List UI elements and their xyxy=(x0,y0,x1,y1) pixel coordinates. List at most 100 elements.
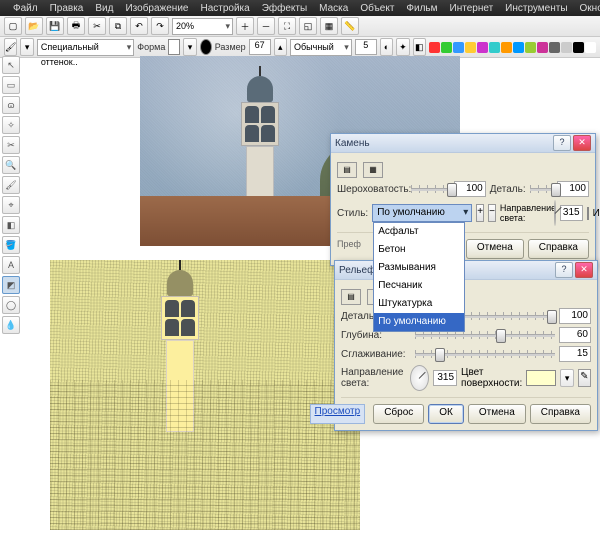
tool-text-icon[interactable]: A xyxy=(2,256,20,274)
light-dial[interactable] xyxy=(410,365,429,391)
close-icon[interactable]: ✕ xyxy=(575,262,593,278)
help-button[interactable]: Справка xyxy=(528,239,589,259)
depth-value[interactable]: 60 xyxy=(559,327,591,343)
smooth-slider[interactable] xyxy=(415,346,555,362)
preview-button[interactable]: Просмотр xyxy=(310,404,366,424)
print-icon[interactable]: 🖶 xyxy=(67,17,85,35)
tool-effect-icon[interactable]: ◩ xyxy=(2,276,20,294)
grid-icon[interactable]: ▦ xyxy=(320,17,338,35)
light-value[interactable]: 315 xyxy=(433,370,457,386)
tab-presets-icon[interactable]: ▤ xyxy=(337,162,357,178)
brush-icon[interactable]: 🖌 xyxy=(4,38,17,56)
zoom-out-icon[interactable]: － xyxy=(257,17,275,35)
shape-circle-icon[interactable] xyxy=(200,39,212,55)
tool-eyedrop-icon[interactable]: 💧 xyxy=(2,316,20,334)
zoom-select[interactable]: 20% xyxy=(172,18,233,35)
swatch-icon[interactable] xyxy=(465,42,476,53)
invert-checkbox[interactable] xyxy=(587,207,589,220)
add-preset-icon[interactable]: + xyxy=(476,204,484,222)
style-option[interactable]: Размывания xyxy=(374,259,464,277)
roughness-value[interactable]: 100 xyxy=(454,181,486,197)
cancel-button[interactable]: Отмена xyxy=(466,239,524,259)
tool-clone-icon[interactable]: ⌖ xyxy=(2,196,20,214)
menu-adjust[interactable]: Настройка xyxy=(195,2,254,15)
ruler-icon[interactable]: 📏 xyxy=(341,17,359,35)
menu-view[interactable]: Вид xyxy=(90,2,118,15)
swatch-icon[interactable] xyxy=(501,42,512,53)
surface-picker-icon[interactable]: ▾ xyxy=(560,369,573,387)
help-button[interactable]: Справка xyxy=(530,404,591,424)
tool-fill-icon[interactable]: 🪣 xyxy=(2,236,20,254)
zoom-in-icon[interactable]: ＋ xyxy=(236,17,254,35)
menu-image[interactable]: Изображение xyxy=(120,2,193,15)
dropdown-icon[interactable]: ▾ xyxy=(20,38,33,56)
swatch-icon[interactable] xyxy=(453,42,464,53)
actual-icon[interactable]: ◱ xyxy=(299,17,317,35)
swatch-icon[interactable] xyxy=(513,42,524,53)
roughness-slider[interactable] xyxy=(411,181,450,197)
menu-edit[interactable]: Правка xyxy=(45,2,89,15)
smooth-value[interactable]: 15 xyxy=(559,346,591,362)
reset-button[interactable]: Сброс xyxy=(373,404,424,424)
size-stepper-icon[interactable]: ▴ xyxy=(274,38,287,56)
style-option[interactable]: Песчаник xyxy=(374,277,464,295)
fit-icon[interactable]: ⛶ xyxy=(278,17,296,35)
eyedropper-icon[interactable]: ✎ xyxy=(578,369,591,387)
light-dial[interactable] xyxy=(554,200,556,226)
cut-icon[interactable]: ✂ xyxy=(88,17,106,35)
tool-shape-icon[interactable]: ◯ xyxy=(2,296,20,314)
tab-presets-icon[interactable]: ▤ xyxy=(341,289,361,305)
shape-square-icon[interactable] xyxy=(168,39,180,55)
size-input[interactable]: 67 xyxy=(249,39,271,55)
swatch-icon[interactable] xyxy=(549,42,560,53)
ok-button[interactable]: ОК xyxy=(428,404,464,424)
menu-window[interactable]: Окно xyxy=(575,2,600,15)
tab-preview-icon[interactable]: ▦ xyxy=(363,162,383,178)
menu-effects[interactable]: Эффекты xyxy=(257,2,312,15)
tool-zoom-icon[interactable]: 🔍 xyxy=(2,156,20,174)
surface-color[interactable] xyxy=(526,370,556,386)
help-icon[interactable]: ? xyxy=(555,262,573,278)
style-option[interactable]: Асфальт xyxy=(374,223,464,241)
tool-pick-icon[interactable]: ↖ xyxy=(2,56,20,74)
brush-preset[interactable]: Специальный оттенок.. xyxy=(37,39,134,56)
menu-movie[interactable]: Фильм xyxy=(401,2,442,15)
menu-file[interactable]: Файл xyxy=(8,2,43,15)
light-value[interactable]: 315 xyxy=(560,205,583,221)
open-icon[interactable]: 📂 xyxy=(25,17,43,35)
detail-value[interactable]: 100 xyxy=(559,308,591,324)
swatch-icon[interactable] xyxy=(525,42,536,53)
opt2-icon[interactable]: ✦ xyxy=(396,38,409,56)
tool-crop-icon[interactable]: ✂ xyxy=(2,136,20,154)
redo-icon[interactable]: ↷ xyxy=(151,17,169,35)
close-icon[interactable]: ✕ xyxy=(573,135,591,151)
detail-slider[interactable] xyxy=(530,181,553,197)
save-icon[interactable]: 💾 xyxy=(46,17,64,35)
cancel-button[interactable]: Отмена xyxy=(468,404,526,424)
style-option[interactable]: По умолчанию xyxy=(374,313,464,331)
new-icon[interactable]: ▢ xyxy=(4,17,22,35)
swatch-icon[interactable] xyxy=(429,42,440,53)
copy-icon[interactable]: ⧉ xyxy=(109,17,127,35)
menu-tools[interactable]: Инструменты xyxy=(500,2,572,15)
swatch-icon[interactable] xyxy=(477,42,488,53)
swatch-icon[interactable] xyxy=(489,42,500,53)
blend-mode[interactable]: Обычный xyxy=(290,39,352,56)
swatch-icon[interactable] xyxy=(573,42,584,53)
tool-brush-icon[interactable]: 🖌 xyxy=(2,176,20,194)
menu-object[interactable]: Объект xyxy=(355,2,399,15)
amount-input[interactable]: 5 xyxy=(355,39,377,55)
swatch-icon[interactable] xyxy=(441,42,452,53)
swatch-icon[interactable] xyxy=(561,42,572,53)
menu-mask[interactable]: Маска xyxy=(314,2,353,15)
shape-select-icon[interactable]: ▾ xyxy=(183,38,196,56)
remove-preset-icon[interactable]: − xyxy=(488,204,496,222)
detail-value[interactable]: 100 xyxy=(557,181,589,197)
tool-marquee-icon[interactable]: ▭ xyxy=(2,76,20,94)
opt3-icon[interactable]: ◧ xyxy=(413,38,426,56)
swatch-icon[interactable] xyxy=(537,42,548,53)
opt1-icon[interactable]: ◐ xyxy=(380,38,393,56)
tool-wand-icon[interactable]: ✧ xyxy=(2,116,20,134)
tool-erase-icon[interactable]: ◧ xyxy=(2,216,20,234)
undo-icon[interactable]: ↶ xyxy=(130,17,148,35)
